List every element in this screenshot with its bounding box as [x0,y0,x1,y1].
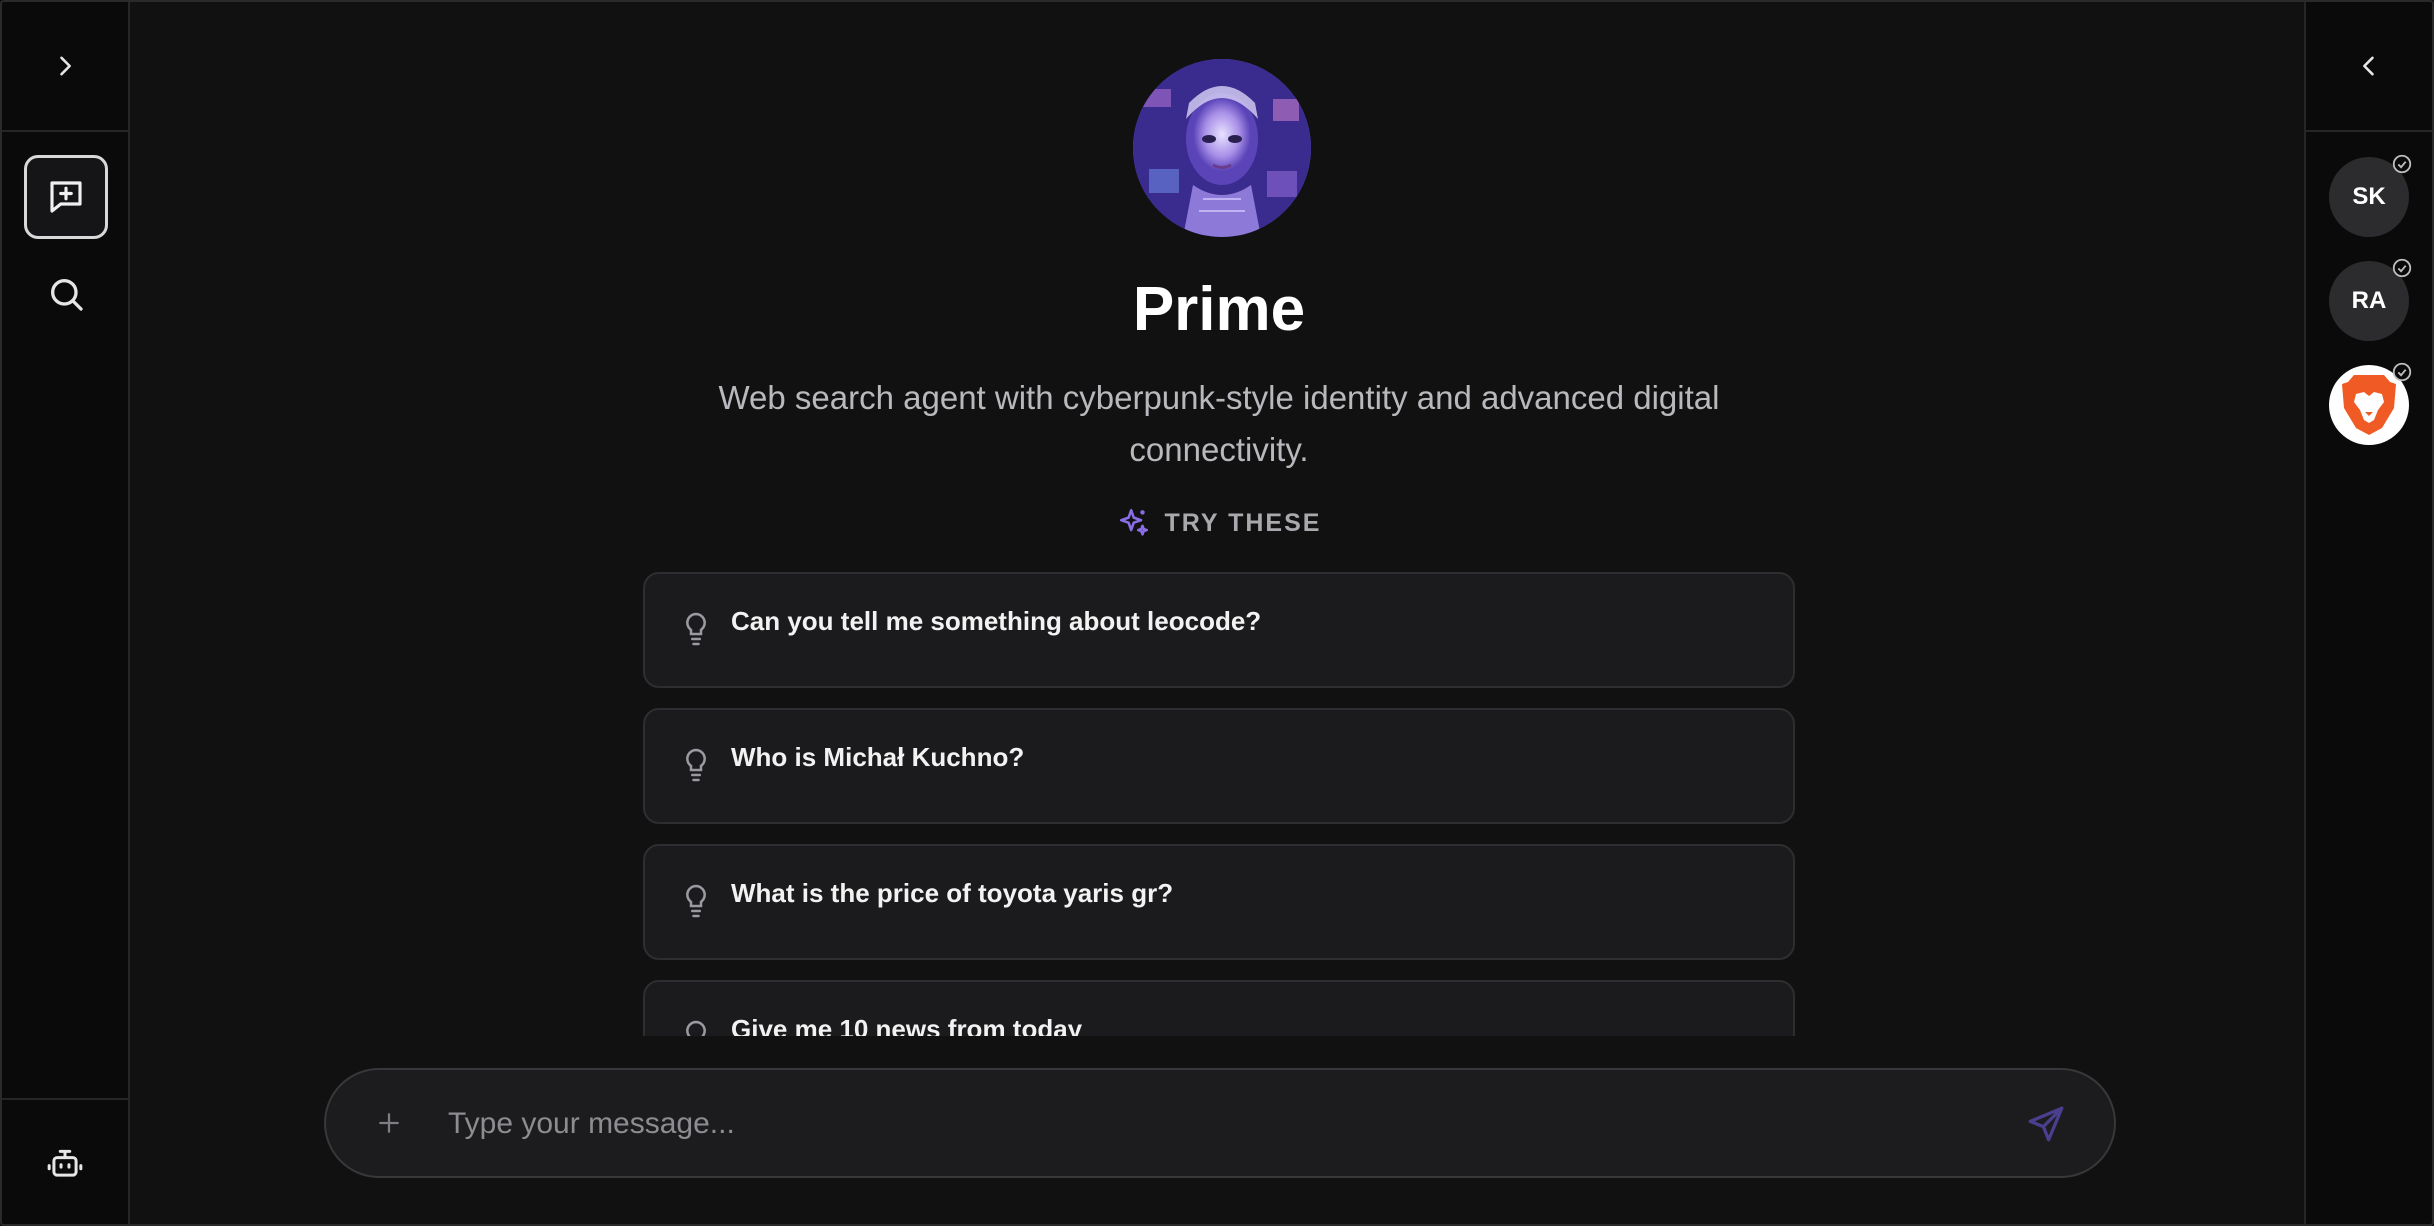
message-input[interactable] [446,1090,1930,1158]
app-window: Prime Web search agent with cyberpunk-st… [0,0,2434,1226]
agent-description: Web search agent with cyberpunk-style id… [718,379,1720,468]
agent-initials: RA [2351,287,2387,314]
lightbulb-icon [686,884,706,918]
agent-avatar-ra[interactable]: RA [2329,258,2412,341]
agent-name: Prime [1132,275,1306,344]
try-these-header: TRY THESE [130,506,2308,540]
chevron-right-icon [60,56,71,76]
search-icon [51,279,83,311]
suggestion-list: Can you tell me something about leocode?… [643,572,1795,1036]
agent-avatar [1133,59,1311,237]
lightbulb-icon [686,748,706,782]
suggestion-text: Who is Michał Kuchno? [731,742,1025,772]
attach-button[interactable] [366,1100,412,1146]
new-chat-button[interactable] [24,155,108,239]
left-sidebar-footer [2,1098,128,1224]
left-sidebar-header [2,2,128,132]
try-these-label: TRY THESE [1164,508,1322,537]
search-button[interactable] [36,264,96,324]
check-circle-icon [2392,362,2412,382]
message-plus-icon [50,181,82,213]
collapse-right-sidebar-button[interactable] [2344,41,2394,91]
suggestion-card[interactable]: Can you tell me something about leocode? [643,572,1795,688]
send-button[interactable] [2022,1100,2070,1148]
sparkles-icon [1119,508,1148,536]
suggestion-text: Give me 10 news from today [731,1014,1083,1036]
right-sidebar-header [2306,2,2432,132]
send-icon [2028,1106,2064,1142]
agent-avatar-sk[interactable]: SK [2329,154,2412,237]
agent-avatar-brave[interactable] [2329,362,2412,445]
main-chat-area: Prime Web search agent with cyberpunk-st… [130,2,2308,1224]
suggestion-card[interactable]: What is the price of toyota yaris gr? [643,844,1795,960]
plus-icon [379,1113,399,1133]
suggestion-text: Can you tell me something about leocode? [731,606,1262,636]
left-sidebar [2,2,130,1224]
suggestion-text: What is the price of toyota yaris gr? [731,878,1174,908]
suggestion-card[interactable]: Give me 10 news from today [643,980,1795,1036]
check-circle-icon [2392,154,2412,174]
agent-initials: SK [2352,183,2386,210]
lightbulb-icon [686,612,706,646]
suggestion-card[interactable]: Who is Michał Kuchno? [643,708,1795,824]
message-composer [324,1068,2116,1178]
lightbulb-icon [686,1020,706,1036]
cyborg-portrait-image [1133,59,1311,237]
agents-button[interactable] [40,1139,90,1189]
check-circle-icon [2392,258,2412,278]
chevron-left-icon [2363,56,2374,76]
expand-sidebar-button[interactable] [40,41,90,91]
right-sidebar: SK RA [2304,2,2432,1224]
bot-icon [47,1149,83,1177]
